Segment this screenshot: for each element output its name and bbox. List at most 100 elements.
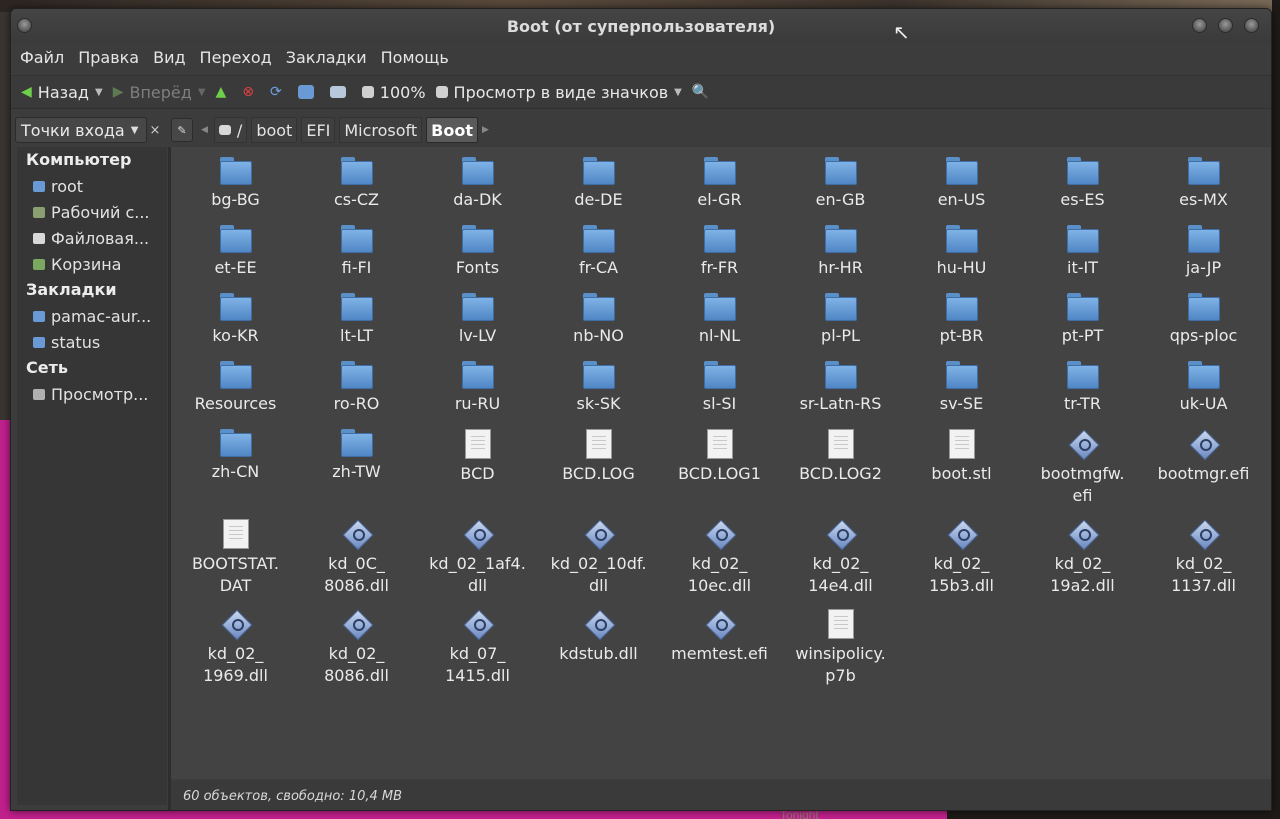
file-item[interactable]: kd_02_ 10ec.dll xyxy=(659,519,780,609)
file-item[interactable]: lv-LV xyxy=(417,293,538,361)
menu-file[interactable]: Файл xyxy=(20,48,71,67)
file-item[interactable]: Fonts xyxy=(417,225,538,293)
sidebar-item[interactable]: Файловая... xyxy=(17,225,167,251)
file-item[interactable]: nl-NL xyxy=(659,293,780,361)
file-item[interactable]: pt-PT xyxy=(1022,293,1143,361)
zoom-out-button[interactable]: 100% xyxy=(361,83,426,102)
breadcrumb-root[interactable]: / xyxy=(213,117,248,143)
breadcrumb-current[interactable]: Boot xyxy=(426,117,478,143)
file-item[interactable]: cs-CZ xyxy=(296,157,417,225)
file-item[interactable]: BCD.LOG2 xyxy=(780,429,901,519)
breadcrumb-right-arrow-icon[interactable]: ▶ xyxy=(482,125,489,135)
file-item[interactable]: ja-JP xyxy=(1143,225,1264,293)
menu-bookmarks[interactable]: Закладки xyxy=(286,48,374,67)
file-item[interactable]: BCD.LOG1 xyxy=(659,429,780,519)
sidebar-item[interactable]: Рабочий с... xyxy=(17,199,167,225)
file-item[interactable]: uk-UA xyxy=(1143,361,1264,429)
close-button[interactable] xyxy=(1244,18,1259,33)
file-item[interactable]: BOOTSTAT. DAT xyxy=(175,519,296,609)
breadcrumb-efi[interactable]: EFI xyxy=(301,117,336,143)
file-item[interactable]: winsipolicy. p7b xyxy=(780,609,901,699)
file-item[interactable]: sl-SI xyxy=(659,361,780,429)
file-item[interactable]: en-GB xyxy=(780,157,901,225)
chevron-down-icon[interactable]: ▼ xyxy=(674,87,682,98)
file-item[interactable]: kd_02_10df. dll xyxy=(538,519,659,609)
file-item[interactable]: ro-RO xyxy=(296,361,417,429)
file-item[interactable]: de-DE xyxy=(538,157,659,225)
file-item[interactable]: ru-RU xyxy=(417,361,538,429)
file-item[interactable]: kd_02_ 19a2.dll xyxy=(1022,519,1143,609)
file-item[interactable]: kd_02_ 15b3.dll xyxy=(901,519,1022,609)
file-item[interactable]: lt-LT xyxy=(296,293,417,361)
sidebar-item[interactable]: pamac-aur... xyxy=(17,303,167,329)
breadcrumb-boot[interactable]: boot xyxy=(251,117,298,143)
places-dropdown[interactable]: Точки входа ▼ xyxy=(15,117,147,143)
file-item[interactable]: kd_02_ 14e4.dll xyxy=(780,519,901,609)
file-item[interactable]: kd_02_1af4. dll xyxy=(417,519,538,609)
title-bar[interactable]: Boot (от суперпользователя) xyxy=(11,9,1271,43)
window-menu-button[interactable] xyxy=(17,18,32,33)
menu-view[interactable]: Вид xyxy=(153,48,192,67)
file-item[interactable]: pt-BR xyxy=(901,293,1022,361)
file-item[interactable]: BCD xyxy=(417,429,538,519)
search-button[interactable]: 🔍 xyxy=(692,84,715,100)
close-sidebar-button[interactable]: × xyxy=(145,117,165,143)
view-mode-select[interactable]: Просмотр в виде значков ▼ xyxy=(435,83,682,102)
file-item[interactable]: it-IT xyxy=(1022,225,1143,293)
chevron-down-icon[interactable]: ▼ xyxy=(95,87,103,98)
file-item[interactable]: fr-CA xyxy=(538,225,659,293)
file-item[interactable]: boot.stl xyxy=(901,429,1022,519)
file-item[interactable]: memtest.efi xyxy=(659,609,780,699)
file-item[interactable]: nb-NO xyxy=(538,293,659,361)
file-item[interactable]: hr-HR xyxy=(780,225,901,293)
stop-button[interactable]: ⊗ xyxy=(242,84,260,100)
file-item[interactable]: zh-TW xyxy=(296,429,417,519)
reload-button[interactable]: ⟳ xyxy=(270,84,288,100)
minimize-button[interactable] xyxy=(1192,18,1207,33)
sidebar-item[interactable]: status xyxy=(17,329,167,355)
file-item[interactable]: qps-ploc xyxy=(1143,293,1264,361)
file-icon-view[interactable]: bg-BG cs-CZ da-DK de-DE el-GR en-GB en-US es-ES… xyxy=(171,147,1271,779)
file-item[interactable]: zh-CN xyxy=(175,429,296,519)
home-button[interactable] xyxy=(297,85,320,99)
back-button[interactable]: ◀ Назад ▼ xyxy=(21,83,103,102)
breadcrumb-left-arrow-icon[interactable]: ◀ xyxy=(201,125,208,135)
file-item[interactable]: bootmgr.efi xyxy=(1143,429,1264,519)
file-item[interactable]: sk-SK xyxy=(538,361,659,429)
file-item[interactable]: tr-TR xyxy=(1022,361,1143,429)
menu-help[interactable]: Помощь xyxy=(381,48,456,67)
up-button[interactable]: ▲ xyxy=(216,84,233,100)
file-item[interactable]: kd_02_ 8086.dll xyxy=(296,609,417,699)
file-item[interactable]: kd_02_ 1137.dll xyxy=(1143,519,1264,609)
edit-location-button[interactable]: ✎ xyxy=(171,118,193,142)
file-item[interactable]: es-ES xyxy=(1022,157,1143,225)
file-item[interactable]: en-US xyxy=(901,157,1022,225)
file-item[interactable]: da-DK xyxy=(417,157,538,225)
menu-edit[interactable]: Правка xyxy=(78,48,146,67)
file-item[interactable]: kd_02_ 1969.dll xyxy=(175,609,296,699)
forward-button[interactable]: ▶ Вперёд ▼ xyxy=(113,83,206,102)
file-item[interactable]: bootmgfw. efi xyxy=(1022,429,1143,519)
maximize-button[interactable] xyxy=(1218,18,1233,33)
file-item[interactable]: ko-KR xyxy=(175,293,296,361)
sidebar-item[interactable]: Корзина xyxy=(17,251,167,277)
file-item[interactable]: es-MX xyxy=(1143,157,1264,225)
file-item[interactable]: sr-Latn-RS xyxy=(780,361,901,429)
file-item[interactable]: kd_0C_ 8086.dll xyxy=(296,519,417,609)
file-item[interactable]: BCD.LOG xyxy=(538,429,659,519)
file-item[interactable]: kdstub.dll xyxy=(538,609,659,699)
file-item[interactable]: fi-FI xyxy=(296,225,417,293)
file-item[interactable]: sv-SE xyxy=(901,361,1022,429)
file-item[interactable]: fr-FR xyxy=(659,225,780,293)
sidebar-item[interactable]: root xyxy=(17,173,167,199)
file-item[interactable]: bg-BG xyxy=(175,157,296,225)
file-item[interactable]: el-GR xyxy=(659,157,780,225)
computer-button[interactable] xyxy=(329,86,352,98)
chevron-down-icon[interactable]: ▼ xyxy=(198,87,206,98)
file-item[interactable]: et-EE xyxy=(175,225,296,293)
breadcrumb-microsoft[interactable]: Microsoft xyxy=(339,117,423,143)
file-item[interactable]: Resources xyxy=(175,361,296,429)
file-item[interactable]: pl-PL xyxy=(780,293,901,361)
file-item[interactable]: hu-HU xyxy=(901,225,1022,293)
menu-go[interactable]: Переход xyxy=(200,48,279,67)
